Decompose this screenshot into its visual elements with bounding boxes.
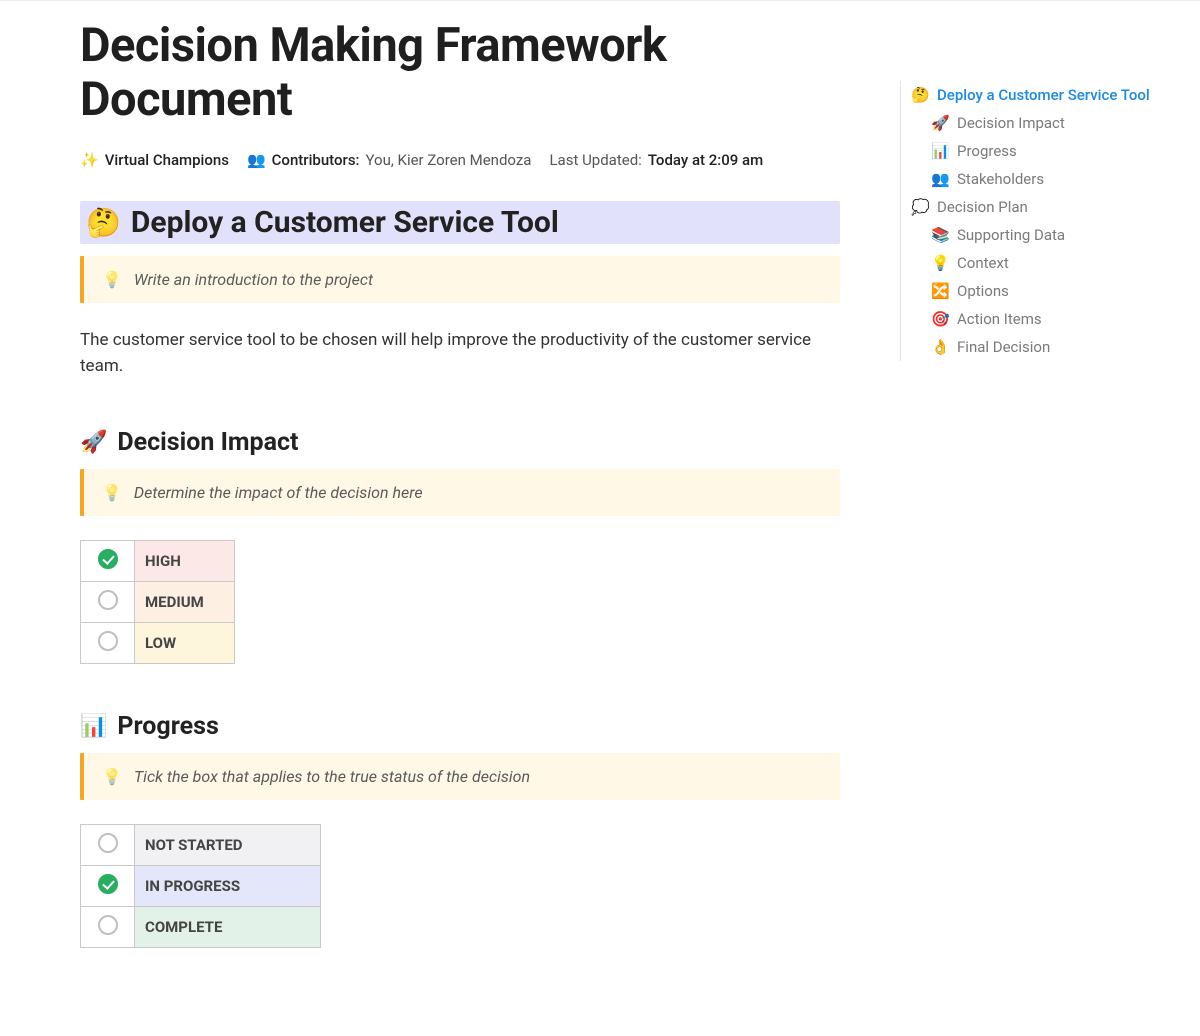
workspace-chip[interactable]: ✨ Virtual Champions	[80, 151, 229, 169]
bar-chart-icon: 📊	[80, 714, 107, 739]
section-heading-progress-text: Progress	[117, 712, 218, 741]
shuffle-icon: 🔀	[931, 282, 949, 300]
contributors-icon: 👥	[247, 151, 266, 169]
toc-item-options[interactable]: 🔀 Options	[901, 277, 1180, 305]
books-icon: 📚	[931, 226, 949, 244]
toc-label: Options	[957, 282, 1009, 300]
toc-item-deploy[interactable]: 🤔 Deploy a Customer Service Tool	[901, 81, 1180, 109]
impact-row-low: LOW	[81, 622, 235, 663]
progress-check-complete[interactable]	[98, 915, 118, 935]
callout-progress-text: Tick the box that applies to the true st…	[134, 767, 530, 786]
last-updated-label: Last Updated:	[549, 151, 641, 169]
thinking-face-icon: 🤔	[911, 86, 929, 104]
impact-row-high: HIGH	[81, 540, 235, 581]
rocket-icon: 🚀	[80, 430, 107, 455]
toc-item-context[interactable]: 💡 Context	[901, 249, 1180, 277]
contributors-label: Contributors:	[272, 151, 360, 169]
progress-label-complete: COMPLETE	[145, 918, 222, 936]
impact-label-low: LOW	[145, 634, 176, 652]
toc-item-decision-plan[interactable]: 💭 Decision Plan	[901, 193, 1180, 221]
callout-impact[interactable]: 💡 Determine the impact of the decision h…	[80, 469, 840, 516]
impact-label-high: HIGH	[145, 552, 181, 570]
toc-label: Deploy a Customer Service Tool	[937, 86, 1150, 104]
intro-paragraph[interactable]: The customer service tool to be chosen w…	[80, 327, 840, 380]
toc-label: Progress	[957, 142, 1017, 160]
section-heading-impact: 🚀 Decision Impact	[80, 428, 840, 457]
thinking-face-icon: 🤔	[86, 206, 121, 239]
impact-table: HIGH MEDIUM LOW	[80, 540, 235, 664]
ok-hand-icon: 👌	[931, 338, 949, 356]
toc-label: Decision Plan	[937, 198, 1028, 216]
table-of-contents: 🤔 Deploy a Customer Service Tool 🚀 Decis…	[900, 1, 1200, 1036]
toc-item-action-items[interactable]: 🎯 Action Items	[901, 305, 1180, 333]
target-icon: 🎯	[931, 310, 949, 328]
lightbulb-icon: 💡	[931, 254, 949, 272]
bar-chart-icon: 📊	[931, 142, 949, 160]
toc-label: Supporting Data	[957, 226, 1065, 244]
callout-intro-text: Write an introduction to the project	[134, 270, 373, 289]
progress-row-not-started: NOT STARTED	[81, 824, 321, 865]
progress-check-not-started[interactable]	[98, 833, 118, 853]
toc-label: Action Items	[957, 310, 1042, 328]
toc-item-impact[interactable]: 🚀 Decision Impact	[901, 109, 1180, 137]
main-content: Decision Making Framework Document ✨ Vir…	[0, 1, 900, 1036]
callout-impact-text: Determine the impact of the decision her…	[134, 483, 423, 502]
impact-label-medium: MEDIUM	[145, 593, 204, 611]
thought-bubble-icon: 💭	[911, 198, 929, 216]
toc-label: Decision Impact	[957, 114, 1065, 132]
lightbulb-icon: 💡	[102, 483, 122, 502]
callout-progress[interactable]: 💡 Tick the box that applies to the true …	[80, 753, 840, 800]
progress-row-complete: COMPLETE	[81, 906, 321, 947]
section-heading-deploy-text: Deploy a Customer Service Tool	[131, 205, 559, 240]
impact-check-medium[interactable]	[98, 590, 118, 610]
impact-row-medium: MEDIUM	[81, 581, 235, 622]
impact-check-high[interactable]	[98, 549, 118, 569]
workspace-name: Virtual Champions	[105, 151, 229, 169]
toc-label: Final Decision	[957, 338, 1050, 356]
toc-item-progress[interactable]: 📊 Progress	[901, 137, 1180, 165]
lightbulb-icon: 💡	[102, 270, 122, 289]
toc-item-final-decision[interactable]: 👌 Final Decision	[901, 333, 1180, 361]
page-title: Decision Making Framework Document	[80, 19, 840, 127]
progress-label-not-started: NOT STARTED	[145, 836, 243, 854]
section-heading-impact-text: Decision Impact	[117, 428, 298, 457]
toc-label: Context	[957, 254, 1009, 272]
section-heading-progress: 📊 Progress	[80, 712, 840, 741]
progress-row-in-progress: IN PROGRESS	[81, 865, 321, 906]
last-updated-chip: Last Updated: Today at 2:09 am	[549, 151, 763, 169]
contributors-value: You, Kier Zoren Mendoza	[366, 151, 532, 169]
section-heading-deploy: 🤔 Deploy a Customer Service Tool	[80, 201, 840, 244]
lightbulb-icon: 💡	[102, 767, 122, 786]
toc-item-supporting-data[interactable]: 📚 Supporting Data	[901, 221, 1180, 249]
last-updated-value: Today at 2:09 am	[648, 151, 763, 169]
toc-label: Stakeholders	[957, 170, 1044, 188]
contributors-chip[interactable]: 👥 Contributors: You, Kier Zoren Mendoza	[247, 151, 532, 169]
callout-intro[interactable]: 💡 Write an introduction to the project	[80, 256, 840, 303]
people-icon: 👥	[931, 170, 949, 188]
toc-item-stakeholders[interactable]: 👥 Stakeholders	[901, 165, 1180, 193]
progress-label-in-progress: IN PROGRESS	[145, 877, 240, 895]
impact-check-low[interactable]	[98, 631, 118, 651]
rocket-icon: 🚀	[931, 114, 949, 132]
doc-meta-row: ✨ Virtual Champions 👥 Contributors: You,…	[80, 151, 840, 169]
progress-table: NOT STARTED IN PROGRESS COMPLETE	[80, 824, 321, 948]
workspace-icon: ✨	[80, 151, 99, 169]
progress-check-in-progress[interactable]	[98, 874, 118, 894]
